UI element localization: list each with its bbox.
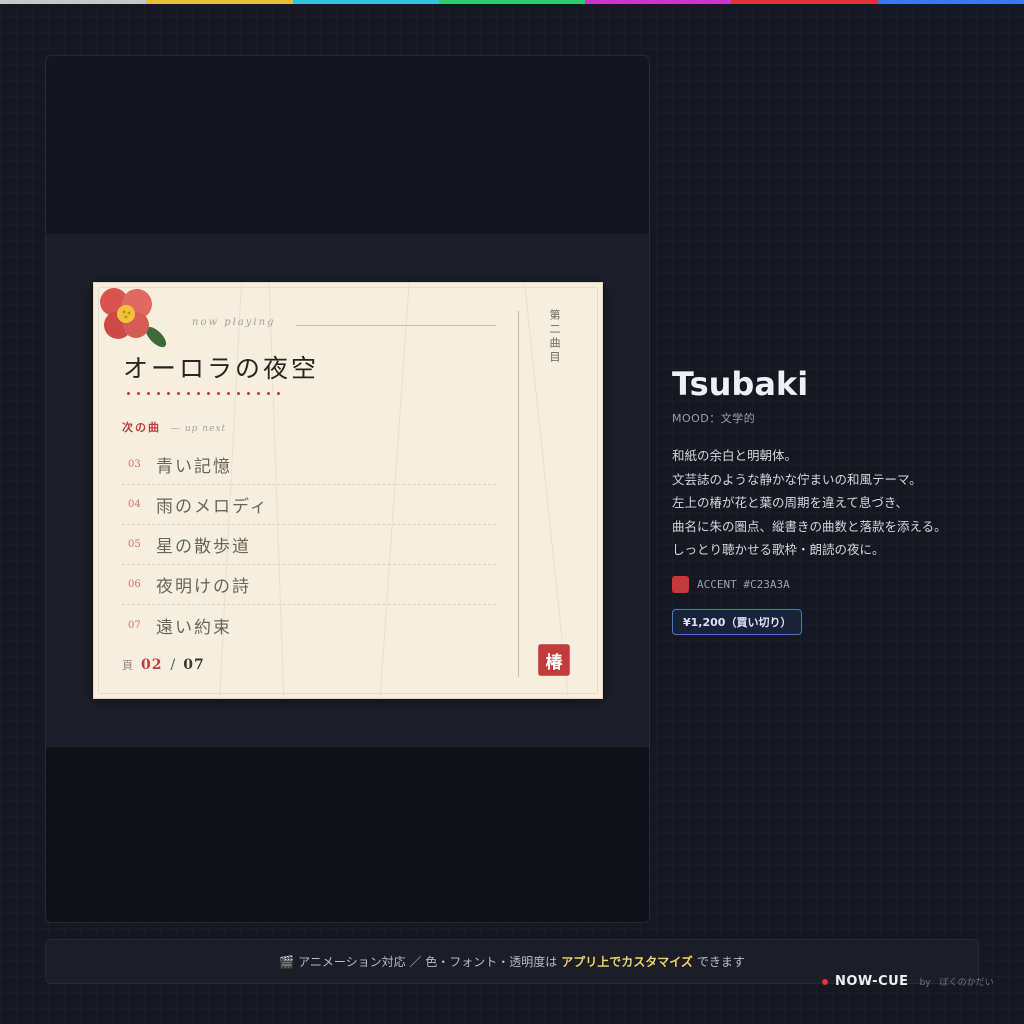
up-next-label-en: — up next [171,424,227,434]
description-line: 文芸誌のような静かな佇まいの和風テーマ。 [672,471,922,487]
track-number: 04 [128,499,141,510]
stripe-segment [146,0,293,4]
camellia-icon [100,288,167,348]
accent-swatch [672,575,689,593]
seal-stamp: 椿 [538,644,570,676]
description-line: 曲名に朱の圏点、縦書きの曲数と落款を添える。 [672,518,947,534]
song-title: オーロラの夜空 [123,354,320,383]
track-title: 青い記憶 [156,457,232,477]
track-index-vertical: 第二曲目 [548,309,561,365]
theme-preview-panel: now playing オーロラの夜空 次の曲 — up next 03 青い記… [45,55,650,923]
theme-mood: MOOD：文学的 [672,412,756,425]
stripe-segment [731,0,878,4]
description-line: しっとり聴かせる歌枠・朗読の夜に。 [672,542,885,557]
stripe-segment [438,0,586,4]
list-item: 04 雨のメロディ [122,485,496,525]
brand-byline: by ぼくのかだい [919,978,994,988]
top-color-stripe [0,0,1024,4]
now-playing-label: now playing [192,317,276,328]
clapper-icon: 🎬 [279,954,295,969]
stripe-segment [292,0,439,4]
theme-info: Tsubaki MOOD：文学的 和紙の余白と明朝体。 文芸誌のような静かな佇ま… [672,364,1002,635]
list-item: 05 星の散歩道 [122,525,496,565]
theme-name: Tsubaki [672,365,809,403]
brand-name: NOW-CUE [835,974,909,989]
now-playing-card: now playing オーロラの夜空 次の曲 — up next 03 青い記… [93,282,603,699]
list-item: 03 青い記憶 [122,445,496,485]
track-number: 06 [128,579,141,590]
up-next-list: 03 青い記憶 04 雨のメロディ 05 星の散歩道 06 夜明けの詩 07 遠… [122,445,496,645]
page-total: 07 [183,657,205,673]
list-item: 06 夜明けの詩 [122,565,496,605]
up-next-label: 次の曲 [122,421,161,434]
page-separator: / [170,657,176,673]
theme-description: 和紙の余白と明朝体。 文芸誌のような静かな佇まいの和風テーマ。 左上の椿が花と葉… [672,444,1002,562]
page-current: 02 [141,657,163,673]
accent-color-row: ACCENT #C23A3A [672,575,1002,593]
stripe-segment [877,0,1024,4]
description-line: 和紙の余白と明朝体。 [672,448,798,463]
footer-text: アニメーション対応 ／ 色・フォント・透明度は [298,955,558,969]
track-number: 05 [128,539,141,550]
footer-highlight: アプリ上でカスタマイズ [561,955,693,969]
up-next-heading: 次の曲 — up next [122,419,226,435]
track-title: 星の散歩道 [156,537,251,557]
vertical-divider [518,311,519,677]
track-title: 雨のメロディ [156,497,269,517]
divider [296,325,496,326]
track-number: 03 [128,459,141,470]
footer-text-end: できます [696,955,745,969]
track-title: 遠い約束 [156,617,232,638]
stripe-segment [585,0,732,4]
description-line: 左上の椿が花と葉の周期を違えて息づき、 [672,495,909,510]
track-number: 07 [128,619,141,631]
track-title: 夜明けの詩 [156,577,251,597]
price-badge[interactable]: ¥1,200（買い切り） [672,608,803,635]
accent-label: ACCENT #C23A3A [697,577,790,591]
emphasis-dots [127,392,280,395]
page-indicator: 頁 02 / 07 [122,657,205,673]
brand-dot [822,978,828,985]
page-label: 頁 [122,659,133,672]
brand-logo: NOW-CUE by ぼくのかだい [822,974,994,989]
list-item: 07 遠い約束 [122,605,496,645]
stripe-segment [0,0,147,4]
